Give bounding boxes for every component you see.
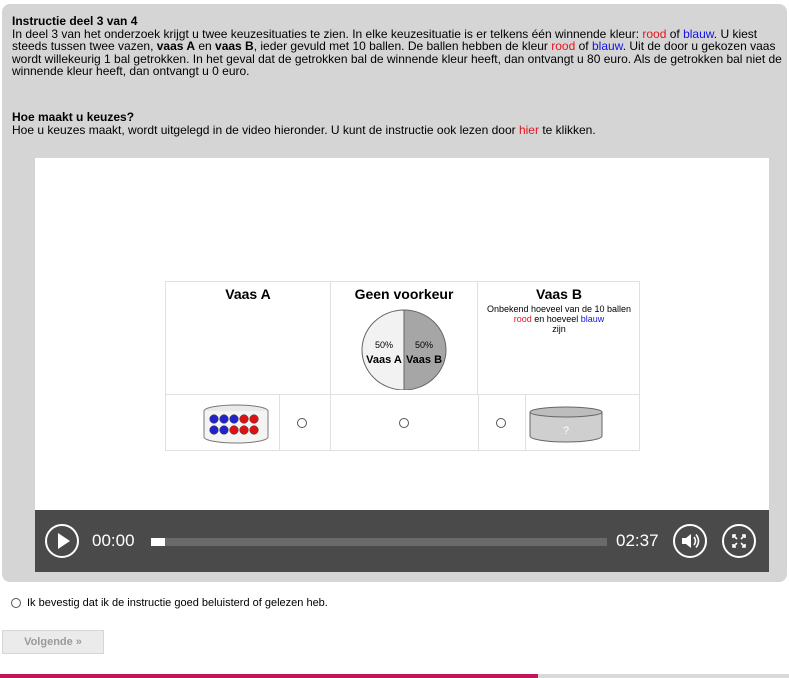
column-geen-voorkeur: Geen voorkeur 50% 50% Vaas A Vaas B — [330, 282, 478, 394]
next-button[interactable]: Volgende » — [2, 630, 104, 654]
choices-text: Hoe u keuzes maakt, wordt uitgelegd in d… — [12, 122, 596, 137]
radio-geen-voorkeur[interactable] — [399, 418, 409, 428]
geen-voorkeur-title: Geen voorkeur — [354, 286, 454, 302]
volume-button[interactable] — [673, 524, 707, 558]
table-divider — [166, 394, 639, 395]
fullscreen-button[interactable] — [722, 524, 756, 558]
video-controls: 00:00 02:37 — [35, 510, 769, 572]
intro-paragraph: In deel 3 van het onderzoek krijgt u twe… — [12, 26, 782, 78]
vase-b-icon: ? — [528, 406, 604, 449]
progress-bar-track — [538, 674, 789, 678]
fullscreen-icon — [732, 534, 746, 548]
intro-text: Instructie deel 3 van 4 In deel 3 van he… — [12, 15, 782, 78]
choices-section: Hoe maakt u keuzes? Hoe u keuzes maakt, … — [12, 111, 782, 136]
column-vaas-a: Vaas A — [166, 282, 330, 394]
unknown-mark: ? — [563, 425, 569, 437]
pie-left-pct: 50% — [375, 340, 393, 350]
vase-a-icon — [202, 403, 270, 450]
volume-icon — [682, 534, 700, 548]
instruction-link[interactable]: hier — [519, 123, 539, 137]
play-icon — [58, 533, 70, 549]
video-player[interactable]: Vaas A Geen voorkeur 50% 50% Vaas A Vaas… — [35, 158, 769, 572]
instruction-panel: Instructie deel 3 van 4 In deel 3 van he… — [2, 4, 787, 582]
vaas-b-description: Onbekend hoeveel van de 10 ballen rood e… — [486, 304, 632, 334]
radio-vaas-a[interactable] — [297, 418, 307, 428]
confirm-label: Ik bevestig dat ik de instructie goed be… — [27, 597, 328, 609]
progress-handle[interactable] — [151, 538, 165, 546]
current-time: 00:00 — [92, 531, 135, 550]
video-frame: Vaas A Geen voorkeur 50% 50% Vaas A Vaas… — [165, 281, 640, 451]
vaas-b-title: Vaas B — [536, 286, 582, 302]
pie-right-pct: 50% — [415, 340, 433, 350]
column-vaas-b: Vaas B Onbekend hoeveel van de 10 ballen… — [478, 282, 640, 394]
confirm-option[interactable]: Ik bevestig dat ik de instructie goed be… — [11, 597, 328, 609]
vaas-a-title: Vaas A — [225, 286, 271, 302]
pie-right-label: Vaas B — [406, 354, 442, 366]
confirm-radio[interactable] — [11, 598, 21, 608]
total-time: 02:37 — [616, 531, 659, 550]
progress-bar-fill — [0, 674, 538, 678]
radio-vaas-b[interactable] — [496, 418, 506, 428]
progress-track[interactable] — [151, 538, 607, 546]
pie-left-label: Vaas A — [366, 354, 402, 366]
pie-chart: 50% 50% Vaas A Vaas B — [357, 306, 451, 391]
play-button[interactable] — [45, 524, 79, 558]
